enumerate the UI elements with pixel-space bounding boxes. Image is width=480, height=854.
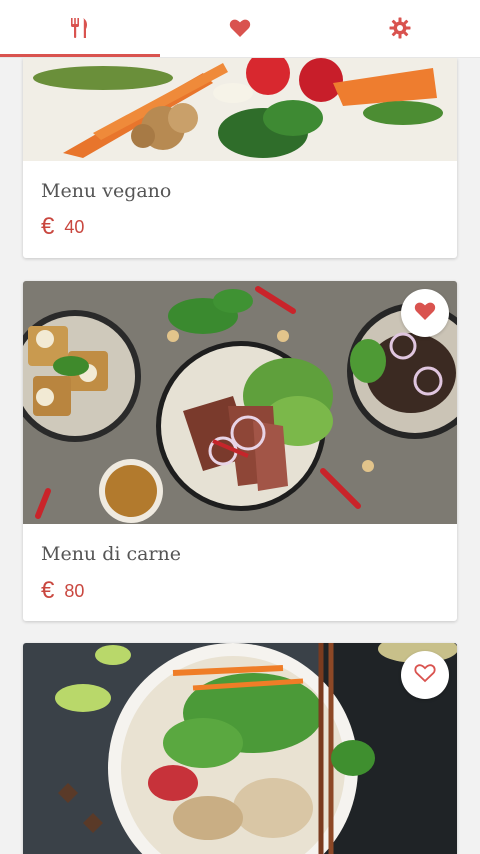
favorite-button[interactable] <box>401 289 449 337</box>
menu-card-third[interactable] <box>23 643 457 854</box>
active-tab-indicator <box>0 54 160 57</box>
heart-outline-icon <box>414 663 436 687</box>
noodle-food-image <box>23 643 457 854</box>
cutlery-icon <box>69 17 91 39</box>
meat-food-image <box>23 281 457 524</box>
card-title: Menu di carne <box>41 543 182 565</box>
euro-icon: € <box>41 577 55 604</box>
card-title: Menu vegano <box>41 180 172 202</box>
menu-card-vegan[interactable]: Menu vegano € 40 <box>23 58 457 258</box>
menu-card-meat[interactable]: Menu di carne € 80 <box>23 281 457 621</box>
euro-icon: € <box>41 213 55 240</box>
tab-settings[interactable] <box>320 0 480 56</box>
price-value: 80 <box>64 580 85 601</box>
price-value: 40 <box>64 216 85 237</box>
favorite-button[interactable] <box>401 651 449 699</box>
heart-filled-icon <box>414 301 436 325</box>
card-price: € 80 <box>41 577 84 605</box>
tab-favorites[interactable] <box>160 0 320 56</box>
top-tab-bar <box>0 0 480 58</box>
gear-icon <box>389 17 411 39</box>
vegan-food-image <box>23 58 457 161</box>
card-price: € 40 <box>41 213 84 241</box>
heart-icon <box>229 18 251 38</box>
tab-menu[interactable] <box>0 0 160 56</box>
